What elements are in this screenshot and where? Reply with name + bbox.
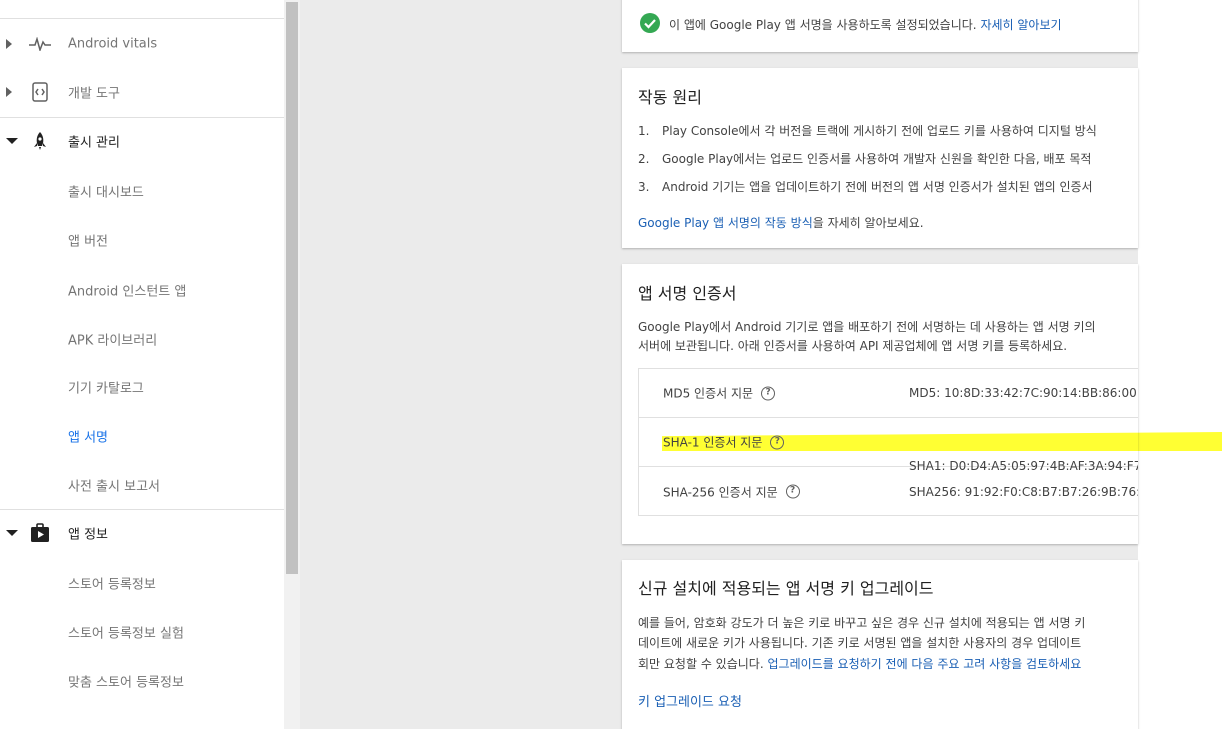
caret-down-icon — [6, 137, 18, 144]
sidebar-item-instant-apps[interactable]: Android 인스턴트 앱 — [0, 265, 284, 314]
how-it-works-card: 작동 원리 1. Play Console에서 각 버전을 트랙에 게시하기 전에… — [622, 68, 1138, 248]
sidebar-section-release[interactable]: 출시 관리 — [0, 116, 284, 165]
upgrade-description-line: 데이트에 새로운 키가 사용됩니다. 기존 키로 서명된 앱을 설치한 사용자의… — [638, 636, 1082, 650]
fingerprint-value: SHA256: 91:92:F0:C8:B7:B7:26:9B:76:38 — [909, 484, 1138, 499]
sidebar-section-store-presence[interactable]: 앱 정보 — [0, 508, 284, 557]
fingerprint-table: MD5 인증서 지문? MD5: 10:8D:33:42:7C:90:14:BB… — [638, 368, 1138, 516]
request-key-upgrade-button[interactable]: 키 업그레이드 요청 — [638, 691, 742, 710]
sidebar-item-label: 앱 버전 — [68, 234, 109, 249]
sidebar-item-store-listing-experiments[interactable]: 스토어 등록정보 실험 — [0, 607, 284, 656]
play-store-icon — [28, 521, 52, 545]
how-it-works-link[interactable]: Google Play 앱 서명의 작동 방식 — [638, 216, 813, 230]
fingerprint-label: MD5 인증서 지문? — [663, 385, 776, 402]
card-title: 신규 설치에 적용되는 앱 서명 키 업그레이드 — [638, 579, 934, 598]
sidebar-item-store-listing[interactable]: 스토어 등록정보 — [0, 558, 284, 607]
help-icon[interactable]: ? — [770, 435, 785, 449]
code-brackets-icon — [28, 80, 52, 104]
sidebar-item-label: 스토어 등록정보 — [68, 577, 156, 592]
scrollbar-thumb[interactable] — [286, 2, 298, 574]
upgrade-description-line: 회만 요청할 수 있습니다. 업그레이드를 요청하기 전에 다음 주요 고려 사… — [638, 655, 1081, 672]
sidebar-item-label: 앱 정보 — [68, 527, 109, 542]
help-icon[interactable]: ? — [761, 386, 776, 400]
fingerprint-label: SHA-256 인증서 지문? — [663, 483, 800, 500]
sidebar-item-label: Android 인스턴트 앱 — [68, 284, 187, 299]
step-text: Google Play에서는 업로드 인증서를 사용하여 개발자 신원을 확인한… — [662, 152, 1092, 166]
learn-more-link[interactable]: 자세히 알아보기 — [980, 18, 1061, 32]
fingerprint-row-sha256: SHA-256 인증서 지문? SHA256: 91:92:F0:C8:B7:B… — [639, 467, 1138, 516]
sidebar-item-dev-tools[interactable]: 개발 도구 — [0, 67, 284, 116]
step-item: 2. Google Play에서는 업로드 인증서를 사용하여 개발자 신원을 확… — [638, 150, 1091, 167]
caret-right-icon — [6, 38, 12, 49]
sidebar-item-custom-store-listing[interactable]: 맞춤 스토어 등록정보 — [0, 656, 284, 705]
app-signing-certificate-card: 앱 서명 인증서 Google Play에서 Android 기기로 앱을 배포… — [622, 264, 1138, 544]
help-icon[interactable]: ? — [785, 484, 800, 499]
rocket-icon — [28, 129, 52, 153]
sidebar-item-label: 개발 도구 — [68, 86, 120, 101]
sidebar-item-apk-library[interactable]: APK 라이브러리 — [0, 314, 284, 363]
vitals-icon — [28, 32, 52, 56]
upgrade-description-line: 예를 들어, 암호화 강도가 더 높은 키로 바꾸고 싶은 경우 신규 설치에 … — [638, 616, 1086, 630]
card-title: 앱 서명 인증서 — [638, 284, 737, 303]
certificate-description-line: 서버에 보관됩니다. 아래 인증서를 사용하여 API 제공업체에 앱 서명 키… — [638, 339, 1068, 353]
sidebar-item-label: APK 라이브러리 — [68, 333, 158, 348]
status-message: 이 앱에 Google Play 앱 서명을 사용하도록 설정되었습니다. 자세… — [669, 16, 1062, 33]
sidebar-scrollbar[interactable] — [284, 0, 300, 729]
step-number: 1. — [638, 124, 650, 138]
card-title: 작동 원리 — [638, 88, 702, 107]
sidebar-item-pre-launch-report[interactable]: 사전 출시 보고서 — [0, 460, 284, 509]
fingerprint-label-text: SHA-1 인증서 지문 — [663, 435, 763, 450]
step-item: 1. Play Console에서 각 버전을 트랙에 게시하기 전에 업로드 키… — [638, 122, 1097, 139]
upgrade-considerations-link[interactable]: 업그레이드를 요청하기 전에 다음 주요 고려 사항을 검토하세요 — [768, 657, 1082, 671]
sidebar-item-android-vitals[interactable]: Android vitals — [0, 19, 284, 68]
fingerprint-label: SHA-1 인증서 지문? — [663, 434, 1138, 451]
step-text: Play Console에서 각 버전을 트랙에 게시하기 전에 업로드 키를 … — [662, 124, 1097, 138]
sidebar-item-label: Android vitals — [68, 36, 158, 51]
sidebar-item-label: 출시 관리 — [68, 135, 120, 150]
check-circle-icon — [639, 12, 661, 38]
sidebar-item-label: 스토어 등록정보 실험 — [68, 626, 184, 641]
fingerprint-value: SHA1: D0:D4:A5:05:97:4B:AF:3A:94:F7:A — [909, 459, 1138, 473]
fingerprint-value: MD5: 10:8D:33:42:7C:90:14:BB:86:00:C3 — [909, 386, 1138, 400]
how-it-works-footer: Google Play 앱 서명의 작동 방식을 자세히 알아보세요. — [638, 214, 924, 231]
footer-text: 을 자세히 알아보세요. — [812, 216, 924, 230]
sidebar-item-label: 앱 서명 — [68, 430, 109, 445]
sidebar-item-label: 기기 카탈로그 — [68, 381, 144, 396]
blank-area — [1138, 0, 1222, 729]
sidebar-item-label: 사전 출시 보고서 — [68, 479, 160, 494]
caret-right-icon — [6, 86, 12, 97]
sidebar-item-app-releases[interactable]: 앱 버전 — [0, 215, 284, 264]
key-upgrade-card: 신규 설치에 적용되는 앱 서명 키 업그레이드 예를 들어, 암호화 강도가 … — [622, 560, 1138, 729]
sidebar-item-device-catalog[interactable]: 기기 카탈로그 — [0, 362, 284, 411]
step-number: 2. — [638, 152, 650, 166]
caret-down-icon — [6, 529, 18, 536]
upgrade-text: 회만 요청할 수 있습니다. — [638, 657, 764, 671]
status-card: 이 앱에 Google Play 앱 서명을 사용하도록 설정되었습니다. 자세… — [622, 0, 1138, 52]
step-text: Android 기기는 앱을 업데이트하기 전에 버전의 앱 서명 인증서가 설… — [662, 180, 1093, 194]
sidebar-nav: Android vitals 개발 도구 출시 관리 출시 대시보드 앱 버전 … — [0, 0, 284, 729]
sidebar-item-label: 맞춤 스토어 등록정보 — [68, 675, 184, 690]
status-text: 이 앱에 Google Play 앱 서명을 사용하도록 설정되었습니다. — [669, 18, 977, 32]
certificate-description-line: Google Play에서 Android 기기로 앱을 배포하기 전에 서명하… — [638, 320, 1096, 334]
fingerprint-row-md5: MD5 인증서 지문? MD5: 10:8D:33:42:7C:90:14:BB… — [639, 369, 1138, 418]
step-number: 3. — [638, 180, 650, 194]
fingerprint-row-sha1: SHA-1 인증서 지문? SHA1: D0:D4:A5:05:97:4B:AF… — [639, 418, 1138, 473]
step-item: 3. Android 기기는 앱을 업데이트하기 전에 버전의 앱 서명 인증서가… — [638, 178, 1093, 195]
fingerprint-label-text: MD5 인증서 지문 — [663, 386, 754, 401]
sidebar-item-app-signing[interactable]: 앱 서명 — [0, 411, 284, 460]
sidebar-item-release-dashboard[interactable]: 출시 대시보드 — [0, 166, 284, 215]
fingerprint-label-text: SHA-256 인증서 지문 — [663, 485, 778, 499]
sidebar-item-label: 출시 대시보드 — [68, 185, 144, 200]
